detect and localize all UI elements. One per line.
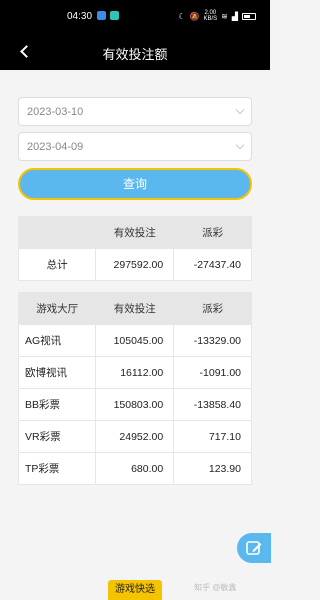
hall-payout: -13329.00 [173,324,252,357]
page-title: 有效投注额 [102,47,168,62]
total-payout: -27437.40 [173,248,252,281]
summary-header-bet: 有效投注 [95,216,175,249]
total-label: 总计 [17,248,97,281]
summary-header-payout: 派彩 [173,216,252,249]
status-time: 04:30 [67,11,93,22]
app-notification-icon [110,11,119,20]
signal-icon: ▟ [231,11,238,21]
detail-table: 游戏大厅 有效投注 派彩 AG视讯 105045.00 -13329.00 欧博… [17,292,252,485]
summary-header-row: 有效投注 派彩 [17,216,252,249]
chevron-down-icon [235,140,245,150]
hall-bet: 150803.00 [95,388,175,421]
table-row: VR彩票 24952.00 717.10 [17,420,252,453]
hall-payout: 717.10 [173,420,252,453]
table-row: TP彩票 680.00 123.90 [17,452,252,485]
status-icons: ☾ 🔕 2.00 KB/S ≋ ▟ [178,10,256,22]
edit-icon [246,541,262,555]
network-speed: 2.00 KB/S [203,10,218,22]
hall-name: VR彩票 [17,420,97,453]
hall-payout: -13858.40 [173,388,252,421]
query-button[interactable]: 查询 [18,168,252,200]
hall-bet: 105045.00 [95,324,175,357]
hall-name: AG视讯 [17,324,97,357]
detail-header-row: 游戏大厅 有效投注 派彩 [17,292,252,325]
total-bet: 297592.00 [95,248,175,281]
table-row: BB彩票 150803.00 -13858.40 [17,388,252,421]
hall-bet: 24952.00 [95,420,175,453]
start-date-value: 2023-03-10 [27,106,84,118]
detail-header-bet: 有效投注 [95,292,175,325]
hall-name: 欧博视讯 [17,356,97,389]
hall-payout: -1091.00 [173,356,252,389]
table-row: 欧博视讯 16112.00 -1091.00 [17,356,252,389]
moon-icon: ☾ [178,11,186,21]
hall-bet: 680.00 [95,452,175,485]
hall-name: BB彩票 [17,388,97,421]
hall-bet: 16112.00 [95,356,175,389]
status-bar: 04:30 ☾ 🔕 2.00 KB/S ≋ ▟ [0,0,270,34]
detail-header-payout: 派彩 [173,292,252,325]
detail-header-hall: 游戏大厅 [17,292,97,325]
wifi-icon: ≋ [221,11,228,21]
chevron-down-icon [235,105,245,115]
game-quick-select-tab[interactable]: 游戏快选 [108,580,162,600]
app-notification-icon [97,11,106,20]
main-content: 2023-03-10 2023-04-09 查询 有效投注 派彩 总计 2975… [0,70,270,580]
watermark: 知乎 @敏鑫 [194,583,237,592]
mute-icon: 🔕 [189,11,200,21]
end-date-select[interactable]: 2023-04-09 [18,132,252,161]
summary-total-row: 总计 297592.00 -27437.40 [17,248,252,281]
nav-bar: 有效投注额 [0,34,270,70]
summary-header-empty [17,216,97,249]
battery-icon [242,12,256,20]
end-date-value: 2023-04-09 [27,141,84,153]
hall-payout: 123.90 [173,452,252,485]
hall-name: TP彩票 [17,452,97,485]
start-date-select[interactable]: 2023-03-10 [18,97,252,126]
summary-table: 有效投注 派彩 总计 297592.00 -27437.40 [17,216,252,281]
edit-fab-button[interactable] [237,533,271,563]
table-row: AG视讯 105045.00 -13329.00 [17,324,252,357]
